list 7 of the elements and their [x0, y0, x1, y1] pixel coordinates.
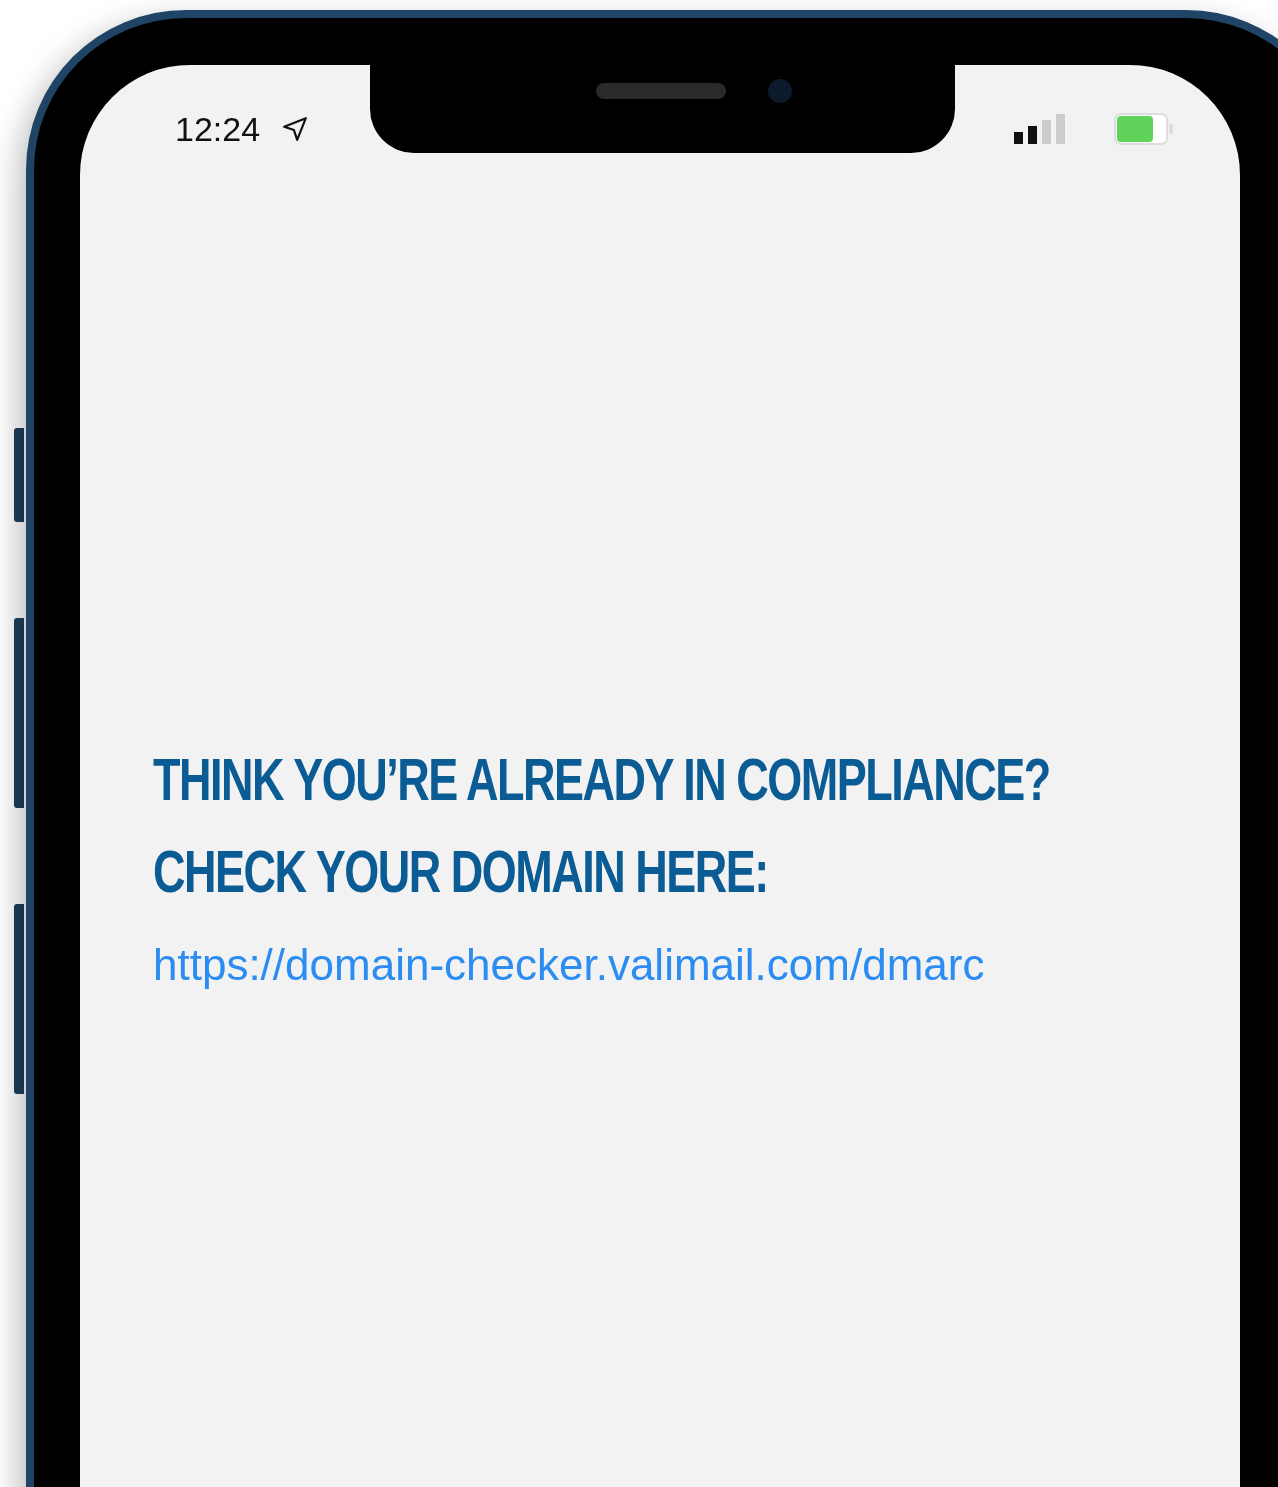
headline: THINK YOU’RE ALREADY IN COMPLIANCE? — [153, 745, 1051, 815]
battery-icon — [1114, 113, 1174, 145]
domain-checker-link[interactable]: https://domain-checker.valimail.com/dmarc — [153, 940, 985, 990]
headline: CHECK YOUR DOMAIN HERE: — [153, 837, 769, 907]
location-arrow-icon — [282, 116, 309, 142]
camera-lens — [768, 79, 792, 103]
status-time: 12:24 — [175, 109, 261, 149]
